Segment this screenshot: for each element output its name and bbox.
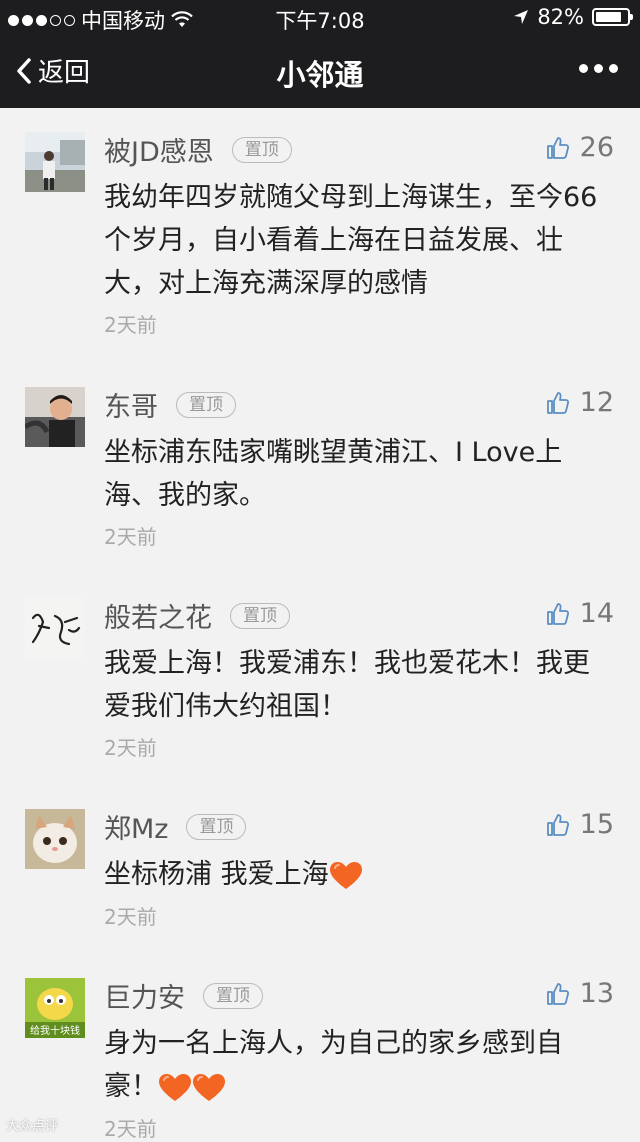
commenter-name[interactable]: 巨力安	[104, 976, 185, 1015]
more-icon-dot	[594, 64, 603, 73]
commenter-name[interactable]: 郑Mz	[104, 807, 168, 846]
like-count: 12	[579, 387, 614, 418]
comment-time: 2天前	[104, 905, 157, 929]
battery-icon	[592, 8, 633, 26]
like-count: 14	[579, 598, 614, 629]
like-count: 15	[579, 809, 614, 840]
like-count: 26	[579, 132, 614, 163]
thumbs-up-icon	[546, 136, 569, 159]
pinned-badge: 置顶	[186, 813, 247, 840]
page-title: 小邻通	[276, 58, 364, 92]
like-count: 13	[579, 978, 614, 1009]
thumbs-up-icon	[546, 813, 569, 836]
pinned-badge: 置顶	[230, 602, 290, 629]
like-button[interactable]: 15	[546, 809, 614, 840]
pinned-badge: 置顶	[203, 982, 263, 1009]
avatar[interactable]	[25, 598, 85, 658]
watermark: 大众点评	[6, 1119, 59, 1134]
commenter-name[interactable]: 东哥	[104, 385, 158, 424]
comment-text-block: 身为一名上海人，为自己的家乡感到自豪！	[104, 1022, 604, 1108]
heart-emoji-icon	[329, 861, 362, 889]
thumbs-up-icon	[546, 602, 569, 625]
avatar[interactable]: 给我十块钱	[25, 978, 85, 1038]
comment-text: 坐标杨浦 我爱上海	[104, 859, 329, 890]
navigation-bar: 返回 小邻通	[0, 36, 640, 108]
battery-percent: 82%	[537, 5, 584, 29]
comment-time: 2天前	[104, 736, 157, 760]
commenter-name[interactable]: 般若之花	[104, 596, 212, 635]
more-options-button[interactable]	[579, 64, 618, 73]
like-button[interactable]: 26	[546, 132, 614, 163]
thumbs-up-icon	[546, 391, 569, 414]
comment-text: 我爱上海！我爱浦东！我也爱花木！我更爱我们伟大约祖国！	[104, 648, 590, 722]
comment-text: 坐标浦东陆家嘴眺望黄浦江、I Love上海、我的家。	[104, 437, 563, 511]
more-icon-dot	[579, 64, 588, 73]
commenter-name[interactable]: 被JD感恩	[104, 130, 214, 169]
like-button[interactable]: 14	[546, 598, 614, 629]
avatar[interactable]	[25, 387, 85, 447]
comment-time: 2天前	[104, 525, 157, 549]
thumbs-up-icon	[546, 982, 569, 1005]
like-button[interactable]: 13	[546, 978, 614, 1009]
heart-emoji-icon	[193, 1073, 225, 1101]
avatar[interactable]	[25, 809, 85, 869]
pinned-badge: 置顶	[231, 136, 292, 163]
status-bar: 中国移动 下午7:08 82%	[0, 0, 640, 36]
pinned-badge: 置顶	[176, 391, 236, 418]
comment-text: 我幼年四岁就随父母到上海谋生，至今66个岁月，自小看着上海在日益发展、壮大，对上…	[104, 182, 598, 299]
more-icon-dot	[609, 64, 618, 73]
avatar[interactable]	[25, 132, 85, 192]
comment-time: 2天前	[104, 313, 157, 337]
like-button[interactable]: 12	[546, 387, 614, 418]
comment-text-block: 坐标杨浦 我爱上海	[104, 853, 604, 896]
avatar-caption: 给我十块钱	[30, 1024, 80, 1037]
location-arrow-icon	[514, 10, 529, 24]
heart-emoji-icon	[159, 1073, 191, 1101]
